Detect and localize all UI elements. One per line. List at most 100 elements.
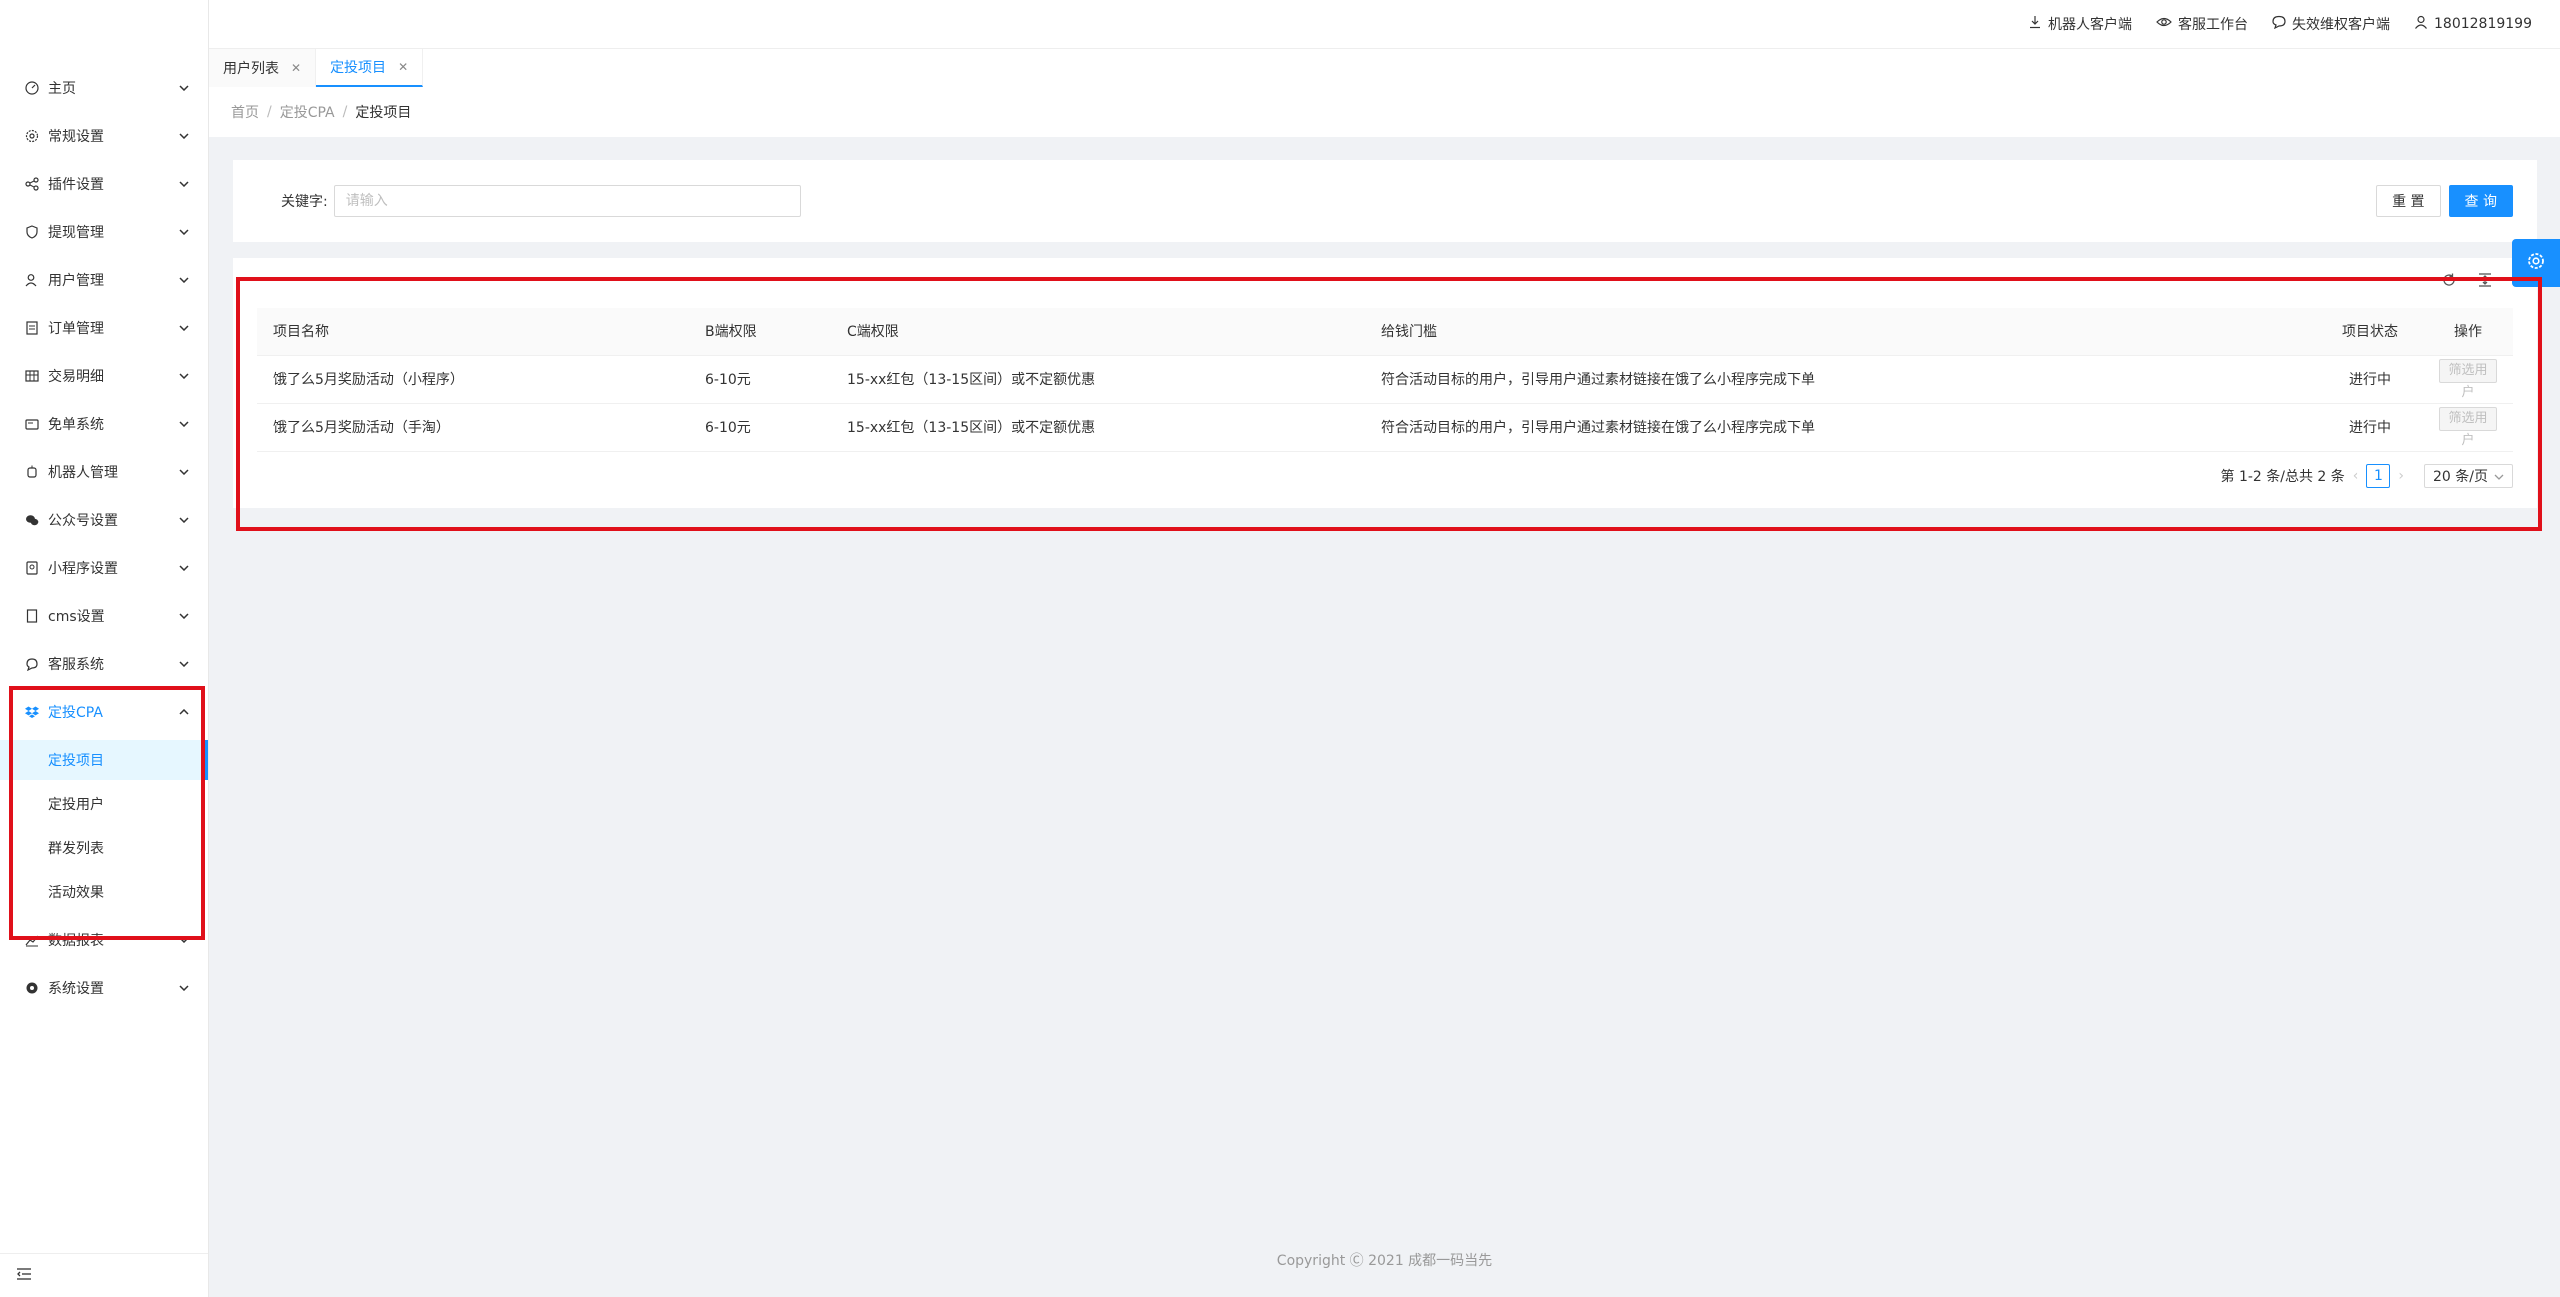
sidebar-item-free-order[interactable]: 免单系统 <box>0 400 208 448</box>
status-cell: 进行中 <box>2317 403 2423 452</box>
query-button[interactable]: 查 询 <box>2448 185 2513 217</box>
file-icon <box>24 320 40 336</box>
chevron-down-icon <box>178 514 190 526</box>
sidebar-subitem-cpa-projects[interactable]: 定投项目 <box>0 740 208 780</box>
sidebar-collapse-toggle[interactable] <box>0 1253 208 1297</box>
chevron-down-icon <box>178 322 190 334</box>
robot-icon <box>24 464 40 480</box>
tab-user-list[interactable]: 用户列表 ✕ <box>209 49 317 87</box>
user-account[interactable]: 18012819199 <box>2414 15 2532 33</box>
keyword-input[interactable] <box>333 185 801 217</box>
copyright-footer: Copyright Ⓒ 2021 成都一码当先 <box>1276 1253 1493 1269</box>
sidebar-subitem-label: 定投项目 <box>48 753 104 769</box>
top-header: 机器人客户端 客服工作台 失效维权客户端 18012819199 <box>209 0 2560 49</box>
reload-icon[interactable] <box>2441 272 2457 288</box>
threshold-cell: 符合活动目标的用户，引导用户通过素材链接在饿了么小程序完成下单 <box>1365 355 2317 404</box>
threshold-cell: 符合活动目标的用户，引导用户通过素材链接在饿了么小程序完成下单 <box>1365 403 2317 452</box>
column-header: 项目状态 <box>2317 308 2423 356</box>
chevron-down-icon <box>178 658 190 670</box>
prev-page-icon[interactable]: ‹ <box>2353 468 2359 484</box>
filter-users-button[interactable]: 筛选用户 <box>2439 406 2497 448</box>
column-height-icon[interactable] <box>2477 272 2493 288</box>
header-link-label: 客服工作台 <box>2178 17 2249 33</box>
sidebar-item-label: 公众号设置 <box>48 513 118 529</box>
breadcrumb-home[interactable]: 首页 <box>231 102 259 122</box>
reset-button[interactable]: 重 置 <box>2376 185 2441 217</box>
rights-client-link[interactable]: 失效维权客户端 <box>2272 14 2390 34</box>
sidebar-subitem-label: 定投用户 <box>48 797 104 813</box>
table-header-row: 项目名称 B端权限 C端权限 给钱门槛 项目状态 操作 <box>257 308 2513 356</box>
page-tabs: 用户列表 ✕ 定投项目 ✕ <box>209 49 2560 87</box>
sidebar-item-home[interactable]: 主页 <box>0 64 208 112</box>
action-cell: 筛选用户 <box>2423 355 2513 404</box>
sidebar-item-label: 订单管理 <box>48 321 104 337</box>
service-icon <box>24 656 40 672</box>
sidebar-item-cms[interactable]: cms设置 <box>0 592 208 640</box>
sidebar-subitem-broadcast-list[interactable]: 群发列表 <box>0 828 208 868</box>
download-icon <box>2028 15 2048 33</box>
page-number[interactable]: 1 <box>2366 464 2391 488</box>
column-header: 项目名称 <box>257 308 689 356</box>
sidebar-subitem-cpa-users[interactable]: 定投用户 <box>0 784 208 824</box>
table-icon <box>24 368 40 384</box>
sidebar-item-label: 免单系统 <box>48 417 104 433</box>
book-icon <box>24 608 40 624</box>
chevron-down-icon <box>178 466 190 478</box>
menu-fold-icon[interactable] <box>16 1267 32 1285</box>
close-icon[interactable]: ✕ <box>291 61 301 75</box>
status-cell: 进行中 <box>2317 355 2423 404</box>
sidebar-item-users[interactable]: 用户管理 <box>0 256 208 304</box>
tab-cpa-projects[interactable]: 定投项目 ✕ <box>316 49 424 87</box>
sidebar-item-miniprogram[interactable]: 小程序设置 <box>0 544 208 592</box>
breadcrumb-current: 定投项目 <box>355 105 412 121</box>
sidebar-item-label: 客服系统 <box>48 657 104 673</box>
service-workbench-link[interactable]: 客服工作台 <box>2156 14 2248 34</box>
sidebar-item-label: 提现管理 <box>48 225 104 241</box>
shield-icon <box>24 224 40 240</box>
chevron-down-icon <box>178 982 190 994</box>
sidebar-item-official-account[interactable]: 公众号设置 <box>0 496 208 544</box>
eye-icon <box>2156 15 2178 33</box>
sidebar-item-label: 系统设置 <box>48 981 104 997</box>
pagination-summary: 第 1-2 条/总共 2 条 <box>2220 469 2345 485</box>
chevron-down-icon <box>178 370 190 382</box>
page-size-select[interactable]: 20 条/页 <box>2424 464 2513 488</box>
c-permission-cell: 15-xx红包（13-15区间）或不定额优惠 <box>831 355 1365 404</box>
next-page-icon[interactable]: › <box>2398 468 2404 484</box>
robot-client-link[interactable]: 机器人客户端 <box>2028 14 2132 34</box>
breadcrumb-separator: / <box>342 104 348 120</box>
breadcrumb-cpa[interactable]: 定投CPA <box>280 102 335 122</box>
sidebar-subitem-campaign-results[interactable]: 活动效果 <box>0 872 208 912</box>
floating-settings-button[interactable] <box>2512 239 2560 287</box>
gear-icon <box>24 128 40 144</box>
sidebar-item-label: 定投CPA <box>48 705 103 721</box>
sidebar-item-transactions[interactable]: 交易明细 <box>0 352 208 400</box>
sidebar-item-system-settings[interactable]: 系统设置 <box>0 964 208 1012</box>
pagination: 第 1-2 条/总共 2 条 ‹ 1 › 20 条/页 <box>2220 464 2513 488</box>
user-icon <box>24 272 40 288</box>
sidebar-item-orders[interactable]: 订单管理 <box>0 304 208 352</box>
column-header: 操作 <box>2423 308 2513 356</box>
column-header: 给钱门槛 <box>1365 308 2317 356</box>
close-icon[interactable]: ✕ <box>398 60 408 74</box>
chat-icon <box>2272 15 2292 33</box>
sidebar-item-withdrawal[interactable]: 提现管理 <box>0 208 208 256</box>
sidebar-item-label: 交易明细 <box>48 369 104 385</box>
filter-users-button[interactable]: 筛选用户 <box>2439 358 2497 400</box>
sidebar-item-customer-service[interactable]: 客服系统 <box>0 640 208 688</box>
sidebar-item-robots[interactable]: 机器人管理 <box>0 448 208 496</box>
chevron-down-icon <box>178 562 190 574</box>
sidebar-item-cpa[interactable]: 定投CPA <box>0 688 208 736</box>
gear-icon <box>24 980 40 996</box>
share-icon <box>24 176 40 192</box>
sidebar-item-general-settings[interactable]: 常规设置 <box>0 112 208 160</box>
dropbox-icon <box>24 704 40 720</box>
sidebar-item-label: 数据报表 <box>48 933 104 949</box>
sidebar-subitem-label: 群发列表 <box>48 841 104 857</box>
sidebar-subitem-label: 活动效果 <box>48 885 104 901</box>
column-header: C端权限 <box>831 308 1365 356</box>
sidebar-item-plugin-settings[interactable]: 插件设置 <box>0 160 208 208</box>
sidebar: 主页 常规设置 插件设置 提现管理 用户管理 订单管理 交易明细 免单系统 机器… <box>0 0 209 1297</box>
sidebar-item-label: 常规设置 <box>48 129 104 145</box>
sidebar-item-reports[interactable]: 数据报表 <box>0 916 208 964</box>
